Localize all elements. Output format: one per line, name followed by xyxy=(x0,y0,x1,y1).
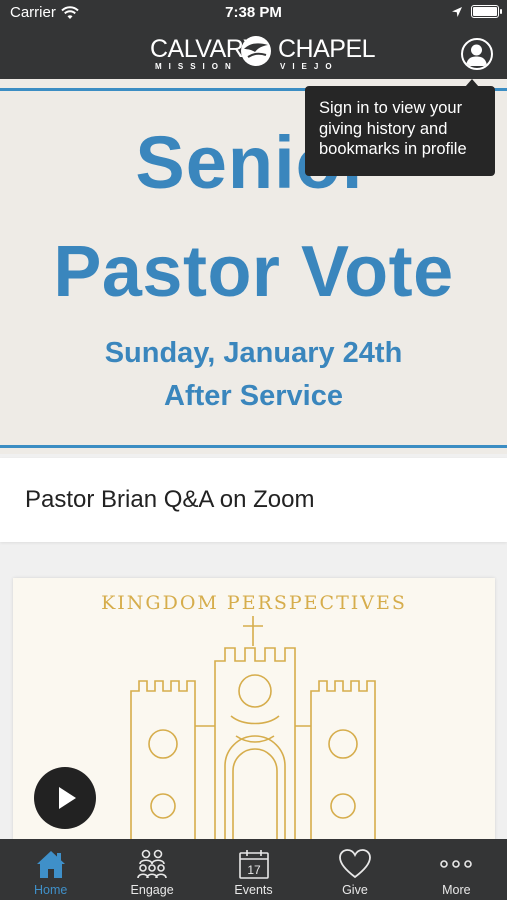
calendar-icon-day: 17 xyxy=(247,863,261,877)
tooltip-text: Sign in to view your giving history and … xyxy=(319,99,467,158)
bottom-tab-bar: Home Engage 17 Events Give More xyxy=(0,839,507,900)
church-logo[interactable]: CALVARY CHAPEL MISSION VIEJO xyxy=(150,33,376,75)
user-circle-icon xyxy=(466,44,487,66)
content-title-card[interactable]: Pastor Brian Q&A on Zoom xyxy=(0,458,507,542)
profile-button[interactable] xyxy=(461,38,493,70)
status-bar: Carrier 7:38 PM xyxy=(0,0,507,26)
ellipsis-icon xyxy=(440,860,473,868)
banner-time-note: After Service xyxy=(164,380,343,412)
play-button[interactable] xyxy=(34,767,96,829)
tab-engage[interactable]: Engage xyxy=(101,839,202,900)
banner-date: Sunday, January 24th xyxy=(104,337,403,369)
tab-engage-label: Engage xyxy=(130,883,174,897)
tab-events[interactable]: 17 Events xyxy=(203,839,304,900)
tab-more[interactable]: More xyxy=(406,839,507,900)
calendar-icon: 17 xyxy=(238,850,269,879)
logo-word-right: CHAPEL xyxy=(278,35,376,63)
tab-give-label: Give xyxy=(342,883,368,897)
tab-home-label: Home xyxy=(34,883,68,897)
tab-events-label: Events xyxy=(234,883,273,897)
banner-headline-2: Pastor Vote xyxy=(53,232,454,312)
logo-sub-left: MISSION xyxy=(155,62,238,71)
home-icon xyxy=(36,851,65,878)
banner-bottom-rule xyxy=(0,445,507,448)
content-title: Pastor Brian Q&A on Zoom xyxy=(25,486,315,513)
clock: 7:38 PM xyxy=(225,4,282,21)
thumbnail-title: KINGDOM PERSPECTIVES xyxy=(101,592,407,614)
people-icon xyxy=(137,849,167,879)
tab-home[interactable]: Home xyxy=(0,839,101,900)
logo-sub-right: VIEJO xyxy=(280,62,339,71)
sign-in-tooltip[interactable]: Sign in to view your giving history and … xyxy=(305,79,495,176)
castle-illustration xyxy=(130,616,376,848)
battery-icon xyxy=(471,5,502,18)
location-arrow-icon xyxy=(452,6,462,17)
tab-more-label: More xyxy=(442,883,471,897)
dove-emblem-icon xyxy=(241,36,271,66)
app-header: Carrier 7:38 PM CALVARY CHAPEL MISSION V… xyxy=(0,0,507,79)
tab-give[interactable]: Give xyxy=(304,839,405,900)
heart-icon xyxy=(339,849,371,879)
